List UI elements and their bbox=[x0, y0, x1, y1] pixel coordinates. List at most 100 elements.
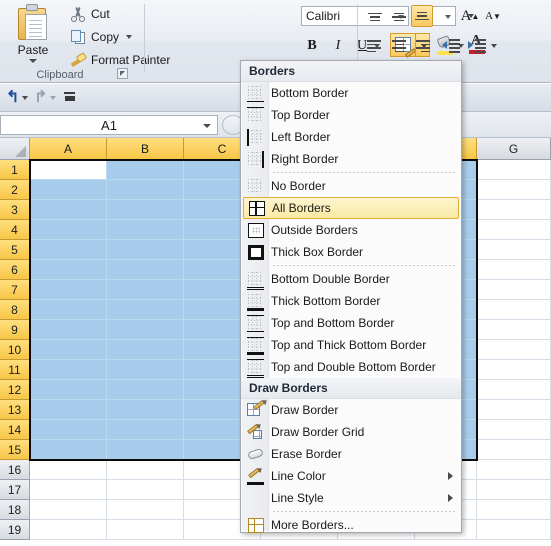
cell-A13[interactable] bbox=[30, 400, 107, 420]
cell-G1[interactable] bbox=[477, 160, 551, 180]
row-header-9[interactable]: 9 bbox=[0, 320, 30, 340]
align-middle-button[interactable] bbox=[388, 6, 410, 28]
menu-item-all-borders[interactable]: All Borders bbox=[243, 197, 459, 219]
menu-item-thick-box-border[interactable]: Thick Box Border bbox=[241, 241, 461, 263]
cell-G17[interactable] bbox=[477, 480, 551, 500]
cell-G9[interactable] bbox=[477, 320, 551, 340]
italic-button[interactable]: I bbox=[327, 35, 349, 57]
increase-indent-button[interactable] bbox=[466, 35, 488, 57]
cell-B18[interactable] bbox=[107, 500, 184, 520]
cell-B19[interactable] bbox=[107, 520, 184, 540]
copy-dropdown-arrow-icon[interactable] bbox=[126, 35, 133, 39]
customize-qat-button[interactable] bbox=[63, 92, 76, 101]
row-header-10[interactable]: 10 bbox=[0, 340, 30, 360]
paste-button[interactable]: Paste bbox=[5, 2, 61, 76]
cell-G11[interactable] bbox=[477, 360, 551, 380]
menu-item-top-border[interactable]: Top Border bbox=[241, 104, 461, 126]
row-header-1[interactable]: 1 bbox=[0, 160, 30, 180]
cell-B11[interactable] bbox=[107, 360, 184, 380]
select-all-corner[interactable] bbox=[0, 138, 30, 160]
row-header-13[interactable]: 13 bbox=[0, 400, 30, 420]
cell-A1[interactable] bbox=[30, 160, 107, 180]
cell-G14[interactable] bbox=[477, 420, 551, 440]
column-header-b[interactable]: B bbox=[107, 138, 184, 160]
row-header-18[interactable]: 18 bbox=[0, 500, 30, 520]
row-header-12[interactable]: 12 bbox=[0, 380, 30, 400]
row-header-8[interactable]: 8 bbox=[0, 300, 30, 320]
cell-B2[interactable] bbox=[107, 180, 184, 200]
cell-B12[interactable] bbox=[107, 380, 184, 400]
row-header-7[interactable]: 7 bbox=[0, 280, 30, 300]
row-header-11[interactable]: 11 bbox=[0, 360, 30, 380]
cell-G5[interactable] bbox=[477, 240, 551, 260]
cell-A15[interactable] bbox=[30, 440, 107, 460]
cell-B6[interactable] bbox=[107, 260, 184, 280]
menu-item-no-border[interactable]: No Border bbox=[241, 175, 461, 197]
row-header-5[interactable]: 5 bbox=[0, 240, 30, 260]
orientation-dropdown-arrow-icon[interactable] bbox=[468, 14, 474, 18]
row-header-16[interactable]: 16 bbox=[0, 460, 30, 480]
cell-G7[interactable] bbox=[477, 280, 551, 300]
cell-B15[interactable] bbox=[107, 440, 184, 460]
cell-B10[interactable] bbox=[107, 340, 184, 360]
cell-A12[interactable] bbox=[30, 380, 107, 400]
cell-G2[interactable] bbox=[477, 180, 551, 200]
menu-item-line-style[interactable]: Line Style bbox=[241, 487, 461, 509]
cell-B8[interactable] bbox=[107, 300, 184, 320]
row-header-17[interactable]: 17 bbox=[0, 480, 30, 500]
bold-button[interactable]: B bbox=[301, 35, 323, 57]
cell-B17[interactable] bbox=[107, 480, 184, 500]
chevron-down-icon[interactable] bbox=[203, 124, 211, 128]
name-box[interactable]: A1 bbox=[0, 115, 218, 135]
cell-A5[interactable] bbox=[30, 240, 107, 260]
cell-A11[interactable] bbox=[30, 360, 107, 380]
menu-item-more-borders[interactable]: More Borders... bbox=[241, 514, 461, 536]
align-top-button[interactable] bbox=[364, 6, 386, 28]
menu-item-top-and-thick-bottom-border[interactable]: Top and Thick Bottom Border bbox=[241, 334, 461, 356]
cell-G10[interactable] bbox=[477, 340, 551, 360]
cut-button[interactable]: Cut bbox=[66, 3, 114, 25]
cell-G15[interactable] bbox=[477, 440, 551, 460]
copy-button[interactable]: Copy bbox=[66, 26, 136, 48]
cell-B7[interactable] bbox=[107, 280, 184, 300]
menu-item-top-and-double-bottom-border[interactable]: Top and Double Bottom Border bbox=[241, 356, 461, 379]
column-header-a[interactable]: A bbox=[30, 138, 107, 160]
menu-item-thick-bottom-border[interactable]: Thick Bottom Border bbox=[241, 290, 461, 312]
menu-item-top-and-bottom-border[interactable]: Top and Bottom Border bbox=[241, 312, 461, 334]
cell-B9[interactable] bbox=[107, 320, 184, 340]
decrease-indent-button[interactable] bbox=[440, 35, 462, 57]
cell-A4[interactable] bbox=[30, 220, 107, 240]
row-header-3[interactable]: 3 bbox=[0, 200, 30, 220]
cell-G16[interactable] bbox=[477, 460, 551, 480]
clipboard-dialog-launcher[interactable] bbox=[117, 68, 128, 79]
menu-item-left-border[interactable]: Left Border bbox=[241, 126, 461, 148]
row-header-14[interactable]: 14 bbox=[0, 420, 30, 440]
cell-A9[interactable] bbox=[30, 320, 107, 340]
row-header-15[interactable]: 15 bbox=[0, 440, 30, 460]
cell-G8[interactable] bbox=[477, 300, 551, 320]
undo-dropdown-arrow-icon[interactable] bbox=[22, 96, 29, 100]
cell-G12[interactable] bbox=[477, 380, 551, 400]
paste-dropdown-arrow-icon[interactable] bbox=[29, 59, 37, 63]
cell-A2[interactable] bbox=[30, 180, 107, 200]
menu-item-right-border[interactable]: Right Border bbox=[241, 148, 461, 170]
menu-item-draw-border[interactable]: Draw Border bbox=[241, 399, 461, 421]
cell-A3[interactable] bbox=[30, 200, 107, 220]
cell-G6[interactable] bbox=[477, 260, 551, 280]
cell-A18[interactable] bbox=[30, 500, 107, 520]
cell-G3[interactable] bbox=[477, 200, 551, 220]
align-right-button[interactable] bbox=[411, 35, 433, 57]
cell-B1[interactable] bbox=[107, 160, 184, 180]
menu-item-erase-border[interactable]: Erase Border bbox=[241, 443, 461, 465]
cell-A7[interactable] bbox=[30, 280, 107, 300]
cell-B5[interactable] bbox=[107, 240, 184, 260]
cell-A17[interactable] bbox=[30, 480, 107, 500]
menu-item-outside-borders[interactable]: Outside Borders bbox=[241, 219, 461, 241]
cell-A19[interactable] bbox=[30, 520, 107, 540]
cell-G18[interactable] bbox=[477, 500, 551, 520]
align-left-button[interactable] bbox=[364, 35, 386, 57]
row-header-4[interactable]: 4 bbox=[0, 220, 30, 240]
align-bottom-button[interactable] bbox=[411, 5, 433, 27]
cell-A16[interactable] bbox=[30, 460, 107, 480]
cell-A10[interactable] bbox=[30, 340, 107, 360]
